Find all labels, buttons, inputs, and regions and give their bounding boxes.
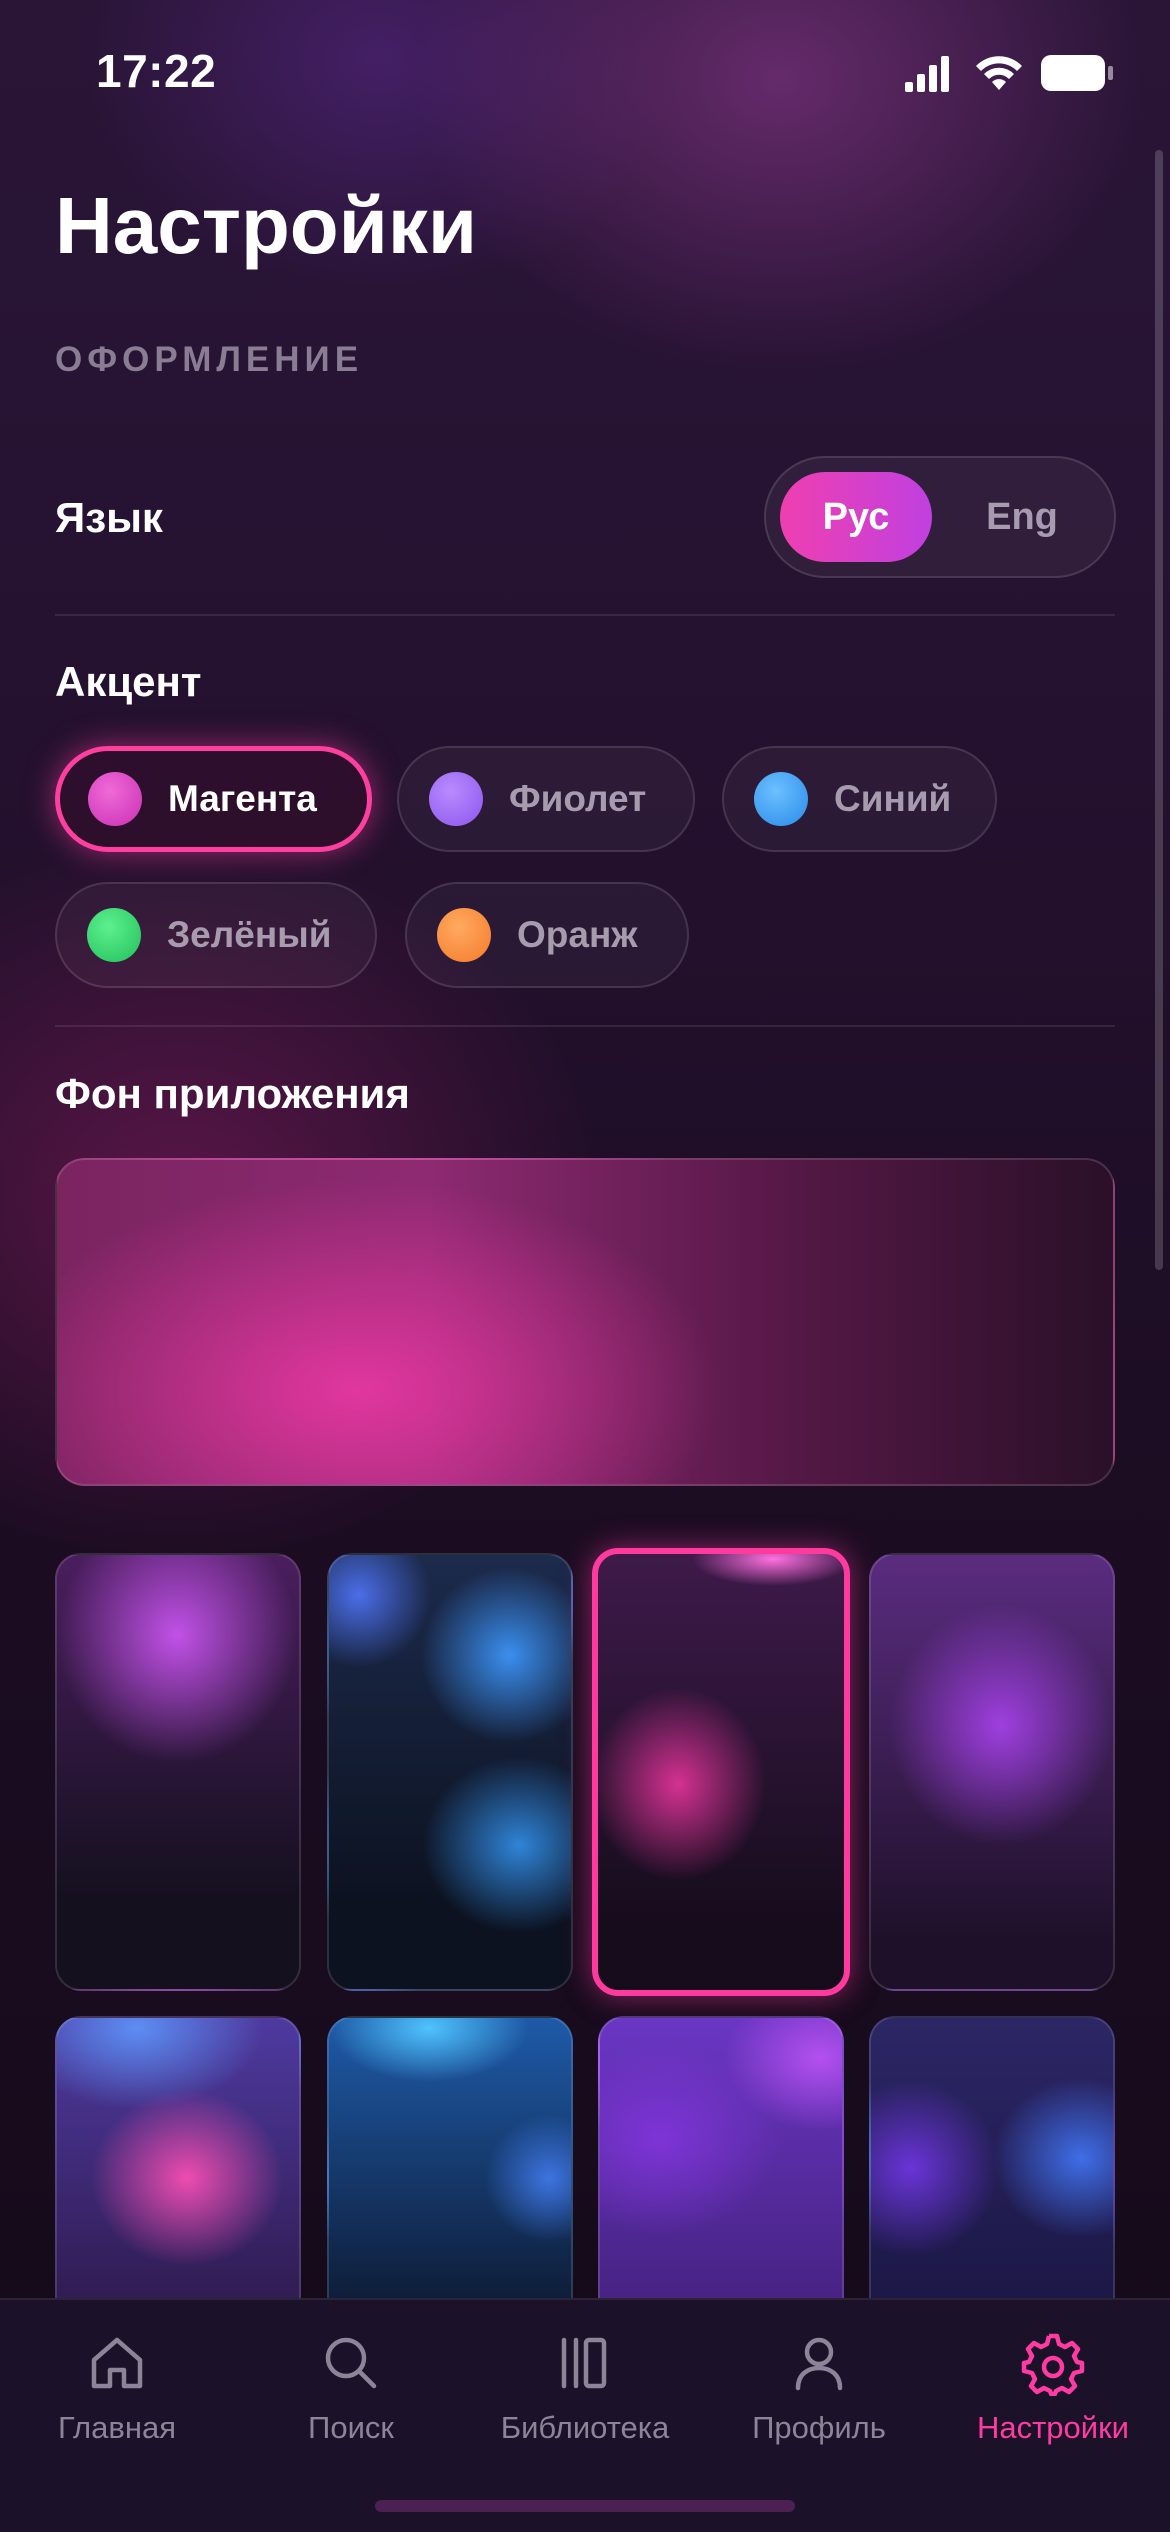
orange-swatch-icon [437,908,491,962]
accent-chip-orange[interactable]: Оранж [405,882,689,988]
tab-library[interactable]: Библиотека [468,2330,702,2470]
section-label-appearance: ОФОРМЛЕНИЕ [55,340,364,379]
background-swatch-selected[interactable] [592,1548,850,1996]
tab-label: Поиск [308,2410,394,2445]
divider [55,614,1115,616]
tab-label: Настройки [976,2410,1129,2445]
gear-icon [1021,2333,1085,2396]
background-swatch[interactable] [327,1553,573,1991]
status-time: 17:22 [96,45,217,97]
violet-swatch-icon [429,772,483,826]
background-label: Фон приложения [55,1070,410,1117]
accent-chip-label: Фиолет [509,778,647,819]
wifi-icon [976,56,1022,90]
accent-chip-violet[interactable]: Фиолет [397,746,695,852]
background-swatch[interactable] [55,1553,301,1991]
accent-chip-label: Магента [168,778,317,819]
language-option-en[interactable]: Eng [952,472,1092,562]
blue-swatch-icon [754,772,808,826]
magenta-swatch-icon [88,772,142,826]
green-swatch-icon [87,908,141,962]
library-icon [561,2337,607,2389]
accent-chip-green[interactable]: Зелёный [55,882,377,988]
tab-label: Профиль [752,2410,886,2445]
scrollbar[interactable] [1155,150,1163,1270]
tab-search[interactable]: Поиск [234,2330,468,2470]
page-title: Настройки [55,181,478,270]
signal-icon [905,56,949,92]
accent-chip-label: Синий [834,778,952,819]
home-icon [91,2337,143,2389]
home-indicator [375,2500,795,2512]
accent-chip-label: Оранж [517,914,638,955]
accent-chip-magenta[interactable]: Магента [55,746,372,852]
accent-label: Акцент [55,658,202,705]
tab-home[interactable]: Главная [0,2330,234,2470]
tab-label: Главная [58,2410,176,2445]
background-preview [55,1158,1115,1486]
tab-settings[interactable]: Настройки [936,2330,1170,2470]
battery-icon [1041,55,1113,91]
accent-chip-blue[interactable]: Синий [722,746,997,852]
search-icon [325,2337,377,2389]
tab-label: Библиотека [500,2410,670,2445]
divider [55,1025,1115,1027]
language-label: Язык [55,494,163,541]
language-option-ru[interactable]: Рус [780,472,932,562]
profile-icon [795,2337,843,2391]
tab-profile[interactable]: Профиль [702,2330,936,2470]
background-swatch[interactable] [869,1553,1115,1991]
accent-chip-label: Зелёный [167,914,332,955]
